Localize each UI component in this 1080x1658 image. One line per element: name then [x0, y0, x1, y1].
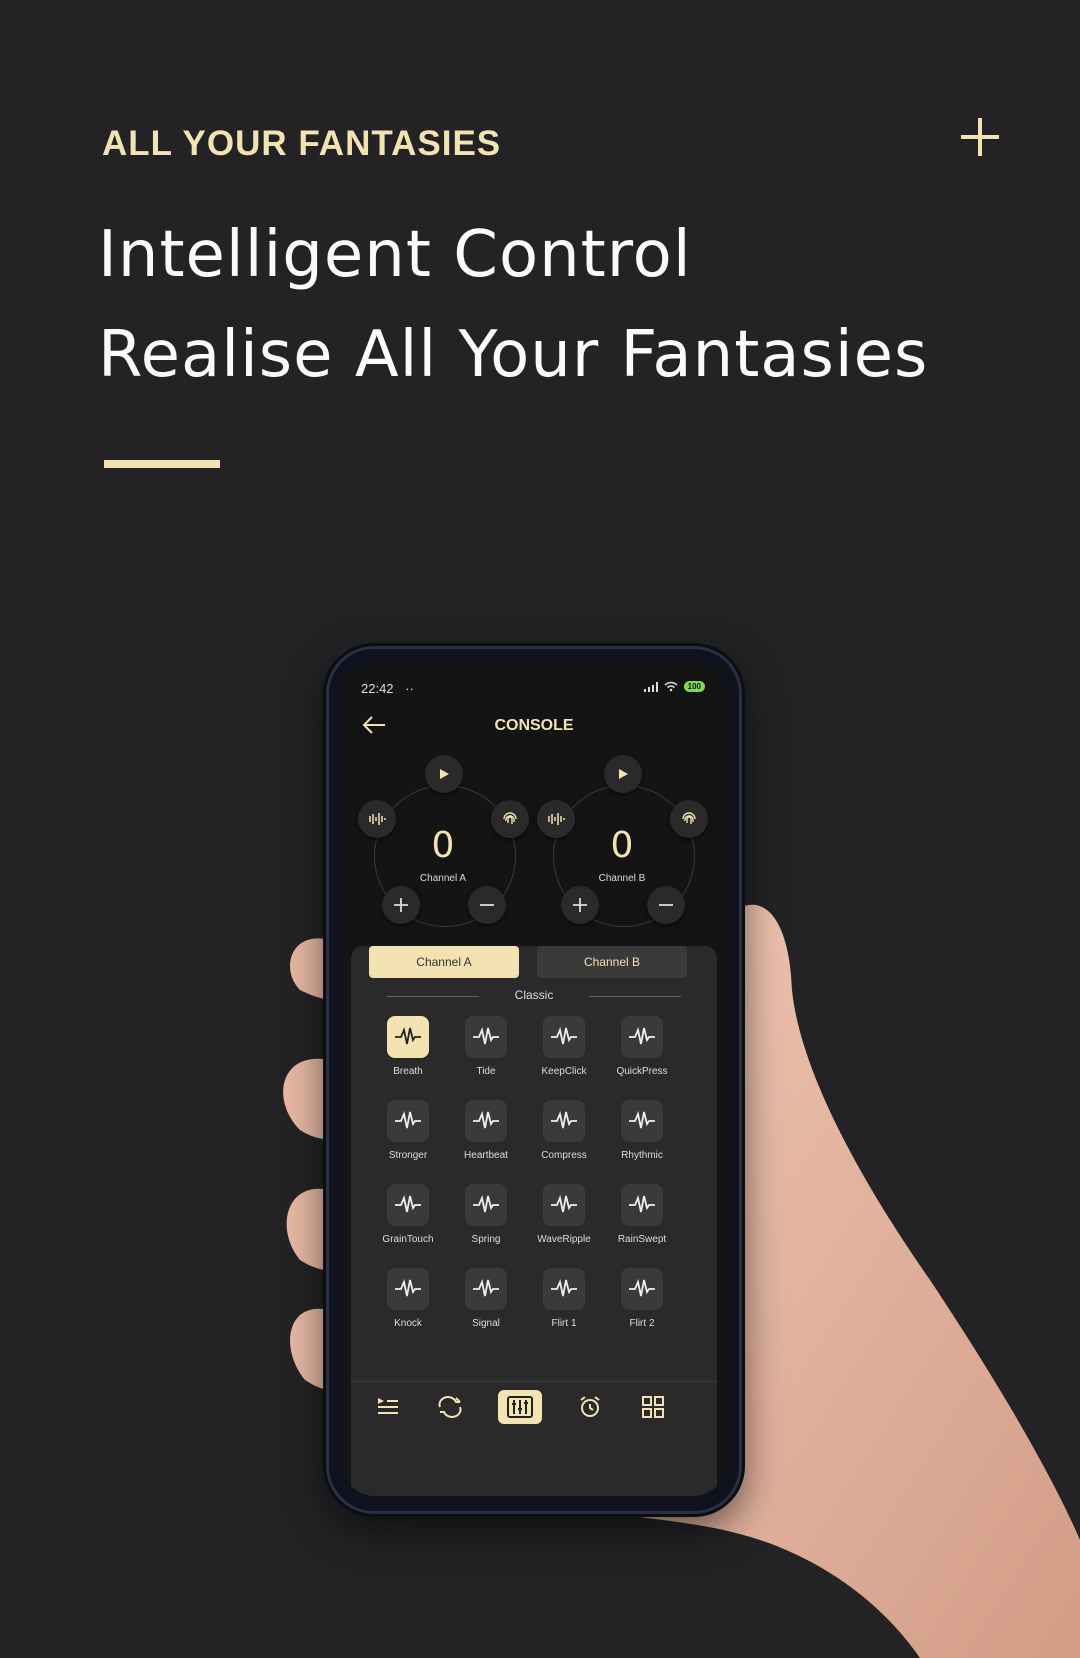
mode-item[interactable]: Heartbeat — [447, 1100, 525, 1180]
waveform-icon — [621, 1100, 663, 1142]
channel-b-value: 0 — [610, 825, 634, 866]
plus-icon — [573, 898, 587, 912]
waveform-icon — [387, 1184, 429, 1226]
waveform-icon — [387, 1016, 429, 1058]
increase-b-button[interactable] — [561, 886, 599, 924]
divider-right — [589, 996, 681, 997]
play-icon — [440, 769, 449, 779]
waveform-icon — [465, 1100, 507, 1142]
list-play-icon[interactable] — [373, 1392, 403, 1422]
mode-label: WaveRipple — [537, 1234, 591, 1245]
waveform-icon — [621, 1268, 663, 1310]
mode-label: Knock — [394, 1318, 422, 1329]
waveform-icon — [387, 1268, 429, 1310]
mode-label: GrainTouch — [382, 1234, 434, 1245]
mode-item[interactable]: GrainTouch — [369, 1184, 447, 1264]
waveform-icon — [543, 1100, 585, 1142]
mode-label: Tide — [476, 1066, 496, 1077]
alarm-icon[interactable] — [575, 1392, 605, 1422]
waveform-icon — [465, 1184, 507, 1226]
mode-item[interactable]: Flirt 2 — [603, 1268, 681, 1348]
mode-item[interactable]: RainSwept — [603, 1184, 681, 1264]
mode-label: Compress — [541, 1150, 587, 1161]
waveform-icon — [621, 1016, 663, 1058]
channel-a-dial: 0 Channel A — [358, 755, 529, 935]
tab-channel-a[interactable]: Channel A — [369, 946, 519, 978]
mode-label: Breath — [393, 1066, 423, 1077]
mode-label: KeepClick — [541, 1066, 587, 1077]
play-a-button[interactable] — [425, 755, 463, 793]
mode-label: RainSwept — [617, 1234, 667, 1245]
channel-a-value: 0 — [431, 825, 455, 866]
phone-screen: 22:42 ·· 100 CONSOLE 0 Channel A 0 Chann… — [341, 663, 727, 1496]
mode-item[interactable]: QuickPress — [603, 1016, 681, 1096]
mode-item[interactable]: Stronger — [369, 1100, 447, 1180]
mode-label: Signal — [472, 1318, 500, 1329]
status-time: 22:42 ·· — [361, 681, 414, 696]
play-icon — [619, 769, 628, 779]
mode-item[interactable]: Rhythmic — [603, 1100, 681, 1180]
bottom-nav — [351, 1381, 717, 1432]
mixer-icon[interactable] — [498, 1390, 542, 1424]
plus-icon — [394, 898, 408, 912]
mode-label: Spring — [471, 1234, 501, 1245]
mode-item[interactable]: Signal — [447, 1268, 525, 1348]
mode-item[interactable]: Tide — [447, 1016, 525, 1096]
mode-item[interactable]: WaveRipple — [525, 1184, 603, 1264]
minus-icon — [659, 904, 673, 906]
grid-icon[interactable] — [638, 1392, 668, 1422]
waveform-icon — [543, 1016, 585, 1058]
tab-channel-b[interactable]: Channel B — [537, 946, 687, 978]
soundwave-icon — [369, 813, 386, 825]
waveform-icon — [387, 1100, 429, 1142]
console-title: CONSOLE — [494, 717, 574, 734]
channel-a-label: Channel A — [419, 873, 467, 884]
minus-icon — [480, 904, 494, 906]
play-b-button[interactable] — [604, 755, 642, 793]
mode-label: Rhythmic — [621, 1150, 663, 1161]
waveform-icon — [621, 1184, 663, 1226]
mode-item[interactable]: KeepClick — [525, 1016, 603, 1096]
mode-label: Heartbeat — [464, 1150, 508, 1161]
waveform-icon — [465, 1268, 507, 1310]
mode-item[interactable]: Knock — [369, 1268, 447, 1348]
waveform-icon — [543, 1184, 585, 1226]
phone: 22:42 ·· 100 CONSOLE 0 Channel A 0 Chann… — [326, 646, 742, 1514]
status-icons: 100 — [643, 681, 705, 692]
decrease-a-button[interactable] — [468, 886, 506, 924]
increase-a-button[interactable] — [382, 886, 420, 924]
mode-item[interactable]: Spring — [447, 1184, 525, 1264]
waveform-icon — [543, 1268, 585, 1310]
section-title: Classic — [514, 988, 554, 1002]
wifi-icon — [664, 681, 678, 692]
decrease-b-button[interactable] — [647, 886, 685, 924]
soundwave-icon — [548, 813, 565, 825]
repeat-icon[interactable] — [435, 1392, 465, 1422]
mode-item[interactable]: Flirt 1 — [525, 1268, 603, 1348]
waveform-icon — [465, 1016, 507, 1058]
battery-indicator: 100 — [683, 681, 705, 692]
mode-item[interactable]: Breath — [369, 1016, 447, 1096]
mode-label: QuickPress — [616, 1066, 668, 1077]
mode-label: Flirt 2 — [629, 1318, 655, 1329]
mode-item[interactable]: Compress — [525, 1100, 603, 1180]
mode-label: Flirt 1 — [551, 1318, 577, 1329]
mode-label: Stronger — [388, 1150, 428, 1161]
channel-b-dial: 0 Channel B — [537, 755, 708, 935]
signal-icon — [643, 681, 658, 692]
channel-b-label: Channel B — [598, 873, 646, 884]
